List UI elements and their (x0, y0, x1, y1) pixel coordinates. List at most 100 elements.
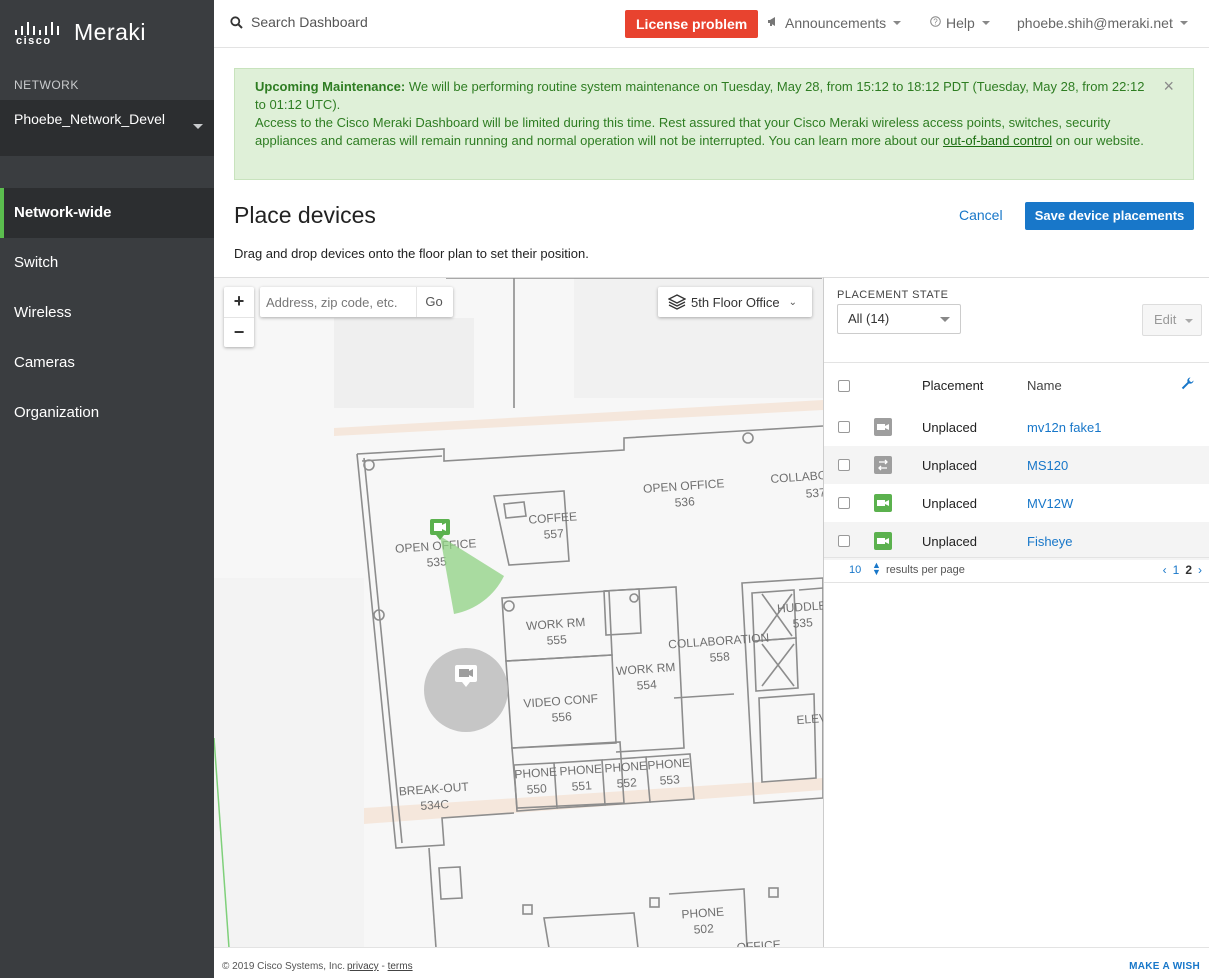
floor-plan-map[interactable]: OPEN OFFICE 535 COFFEE 557 OPEN OFFICE 5… (214, 277, 823, 947)
edit-label: Edit (1154, 312, 1177, 327)
address-input[interactable] (260, 287, 416, 317)
app-root: cisco Meraki NETWORK Phoebe_Network_Deve… (0, 0, 1209, 978)
save-device-placements-button[interactable]: Save device placements (1025, 202, 1194, 230)
column-header-placement[interactable]: Placement (922, 378, 983, 393)
wrench-icon[interactable] (1181, 377, 1194, 390)
table-row[interactable]: Unplaced MS120 (824, 446, 1209, 484)
search-icon (230, 15, 243, 29)
room-number: 553 (659, 772, 680, 787)
device-name-link[interactable]: MS120 (1027, 458, 1068, 473)
device-list-panel: PLACEMENT STATE All (14) Edit Placement … (823, 277, 1209, 947)
room-number: 502 (693, 921, 714, 936)
room-number: 554 (636, 677, 657, 692)
cancel-button[interactable]: Cancel (959, 207, 1003, 223)
network-name: Phoebe_Network_Devel (14, 111, 165, 127)
make-a-wish-link[interactable]: MAKE A WISH (1129, 961, 1200, 972)
device-table: Placement Name Unplaced mv12n fake1 Unpl… (824, 362, 1209, 560)
svg-text:?: ? (933, 17, 938, 26)
next-page-icon[interactable]: › (1198, 563, 1202, 577)
sidebar-item-cameras[interactable]: Cameras (0, 338, 214, 388)
edit-menu-button[interactable]: Edit (1142, 304, 1202, 336)
sidebar-item-network-wide[interactable]: Network-wide (0, 188, 214, 238)
column-header-name[interactable]: Name (1027, 378, 1062, 393)
camera-icon (874, 418, 892, 436)
copyright-text: © 2019 Cisco Systems, Inc. (222, 961, 345, 972)
floor-plan-image: OPEN OFFICE 535 COFFEE 557 OPEN OFFICE 5… (214, 278, 823, 947)
maintenance-banner: Upcoming Maintenance: We will be perform… (234, 68, 1194, 180)
switch-icon (874, 456, 892, 474)
room-number: 558 (709, 649, 730, 664)
sidebar-nav: Network-wide Switch Wireless Cameras Org… (0, 188, 214, 438)
row-checkbox[interactable] (838, 497, 850, 509)
device-name-link[interactable]: mv12n fake1 (1027, 420, 1101, 435)
row-checkbox[interactable] (838, 459, 850, 471)
table-row[interactable]: Unplaced MV12W (824, 484, 1209, 522)
room-label: PHONE (559, 762, 603, 779)
room-number: 552 (616, 775, 637, 790)
page-navigation: ‹ 1 2 › (1163, 563, 1202, 577)
footer: © 2019 Cisco Systems, Inc. privacy - ter… (214, 947, 1209, 978)
room-number: 537 (805, 485, 823, 500)
room-number: 551 (571, 778, 592, 793)
license-problem-button[interactable]: License problem (625, 10, 759, 38)
room-number: 555 (546, 632, 567, 647)
select-all-checkbox[interactable] (838, 379, 850, 392)
user-menu[interactable]: phoebe.shih@meraki.net (1017, 15, 1188, 31)
user-email: phoebe.shih@meraki.net (1017, 15, 1173, 31)
results-per-page-select[interactable]: 10 (849, 564, 861, 576)
top-bar: Search Dashboard License problem Announc… (214, 0, 1209, 48)
terms-link[interactable]: terms (388, 961, 413, 972)
room-label: PHONE (647, 756, 691, 773)
network-selector[interactable]: Phoebe_Network_Devel (0, 100, 214, 156)
table-row[interactable]: Unplaced Fisheye (824, 522, 1209, 560)
placement-state-select[interactable]: All (14) (837, 304, 961, 334)
zoom-in-button[interactable]: + (224, 287, 254, 317)
announcements-menu[interactable]: Announcements (767, 15, 902, 31)
placement-status: Unplaced (922, 457, 977, 473)
room-number: 550 (526, 781, 547, 796)
privacy-link[interactable]: privacy (347, 961, 379, 972)
floor-name: 5th Floor Office (691, 294, 780, 310)
room-number: 557 (543, 526, 564, 541)
device-name-link[interactable]: Fisheye (1027, 534, 1073, 549)
row-checkbox[interactable] (838, 421, 850, 433)
go-button[interactable]: Go (416, 287, 451, 317)
previous-page-icon[interactable]: ‹ (1163, 563, 1167, 577)
device-drop-target[interactable] (424, 648, 508, 732)
cisco-meraki-logo[interactable]: cisco Meraki (14, 16, 146, 48)
out-of-band-control-link[interactable]: out-of-band control (943, 133, 1052, 148)
address-search: Go (260, 287, 453, 317)
camera-icon (874, 532, 892, 550)
page-link-1[interactable]: 1 (1173, 563, 1180, 577)
floor-selector[interactable]: 5th Floor Office ⌄ (658, 287, 812, 317)
row-checkbox[interactable] (838, 535, 850, 547)
search-label: Search Dashboard (251, 14, 368, 30)
pagination-bar: 10 ▲ ▼ results per page ‹ 1 2 › (824, 557, 1209, 583)
banner-close-icon[interactable]: × (1163, 77, 1174, 95)
search-dashboard[interactable]: Search Dashboard (230, 14, 368, 30)
placement-state-value: All (14) (848, 311, 890, 326)
cisco-logo-icon: cisco (14, 17, 62, 47)
zoom-out-button[interactable]: − (224, 317, 254, 347)
footer-separator: - (378, 961, 388, 972)
results-per-page-label: results per page (886, 564, 965, 576)
sidebar-item-wireless[interactable]: Wireless (0, 288, 214, 338)
banner-line-2: Access to the Cisco Meraki Dashboard wil… (255, 114, 1153, 150)
sidebar-item-switch[interactable]: Switch (0, 238, 214, 288)
up-down-arrows-icon[interactable]: ▲ ▼ (872, 561, 881, 577)
room-label: PHONE (514, 765, 558, 782)
room-number: 535 (792, 615, 813, 630)
network-section-label: NETWORK (14, 78, 79, 92)
device-name-link[interactable]: MV12W (1027, 496, 1073, 511)
room-label: PHONE (681, 905, 725, 922)
sidebar-item-organization[interactable]: Organization (0, 388, 214, 438)
page-link-2-current: 2 (1185, 563, 1192, 577)
placement-state-label: PLACEMENT STATE (837, 289, 949, 301)
caret-down-icon (193, 124, 203, 129)
caret-down-icon (1185, 319, 1193, 323)
camera-icon (874, 494, 892, 512)
announcements-label: Announcements (785, 15, 887, 31)
table-row[interactable]: Unplaced mv12n fake1 (824, 408, 1209, 446)
placement-status: Unplaced (922, 533, 977, 549)
help-menu[interactable]: ? Help (930, 15, 990, 31)
